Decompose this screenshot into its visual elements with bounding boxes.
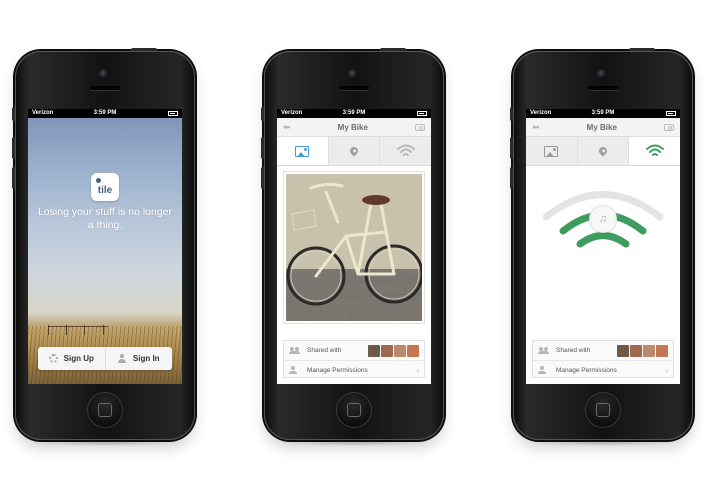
chevron-right-icon: › bbox=[665, 365, 668, 375]
location-pin-icon bbox=[597, 145, 609, 157]
manage-permissions-row[interactable]: Manage Permissions › bbox=[284, 360, 424, 379]
earpiece-speaker bbox=[339, 86, 369, 90]
front-camera bbox=[348, 69, 358, 79]
home-button[interactable] bbox=[87, 392, 123, 428]
battery-icon bbox=[666, 111, 676, 116]
avatar-list bbox=[617, 344, 668, 357]
earpiece-speaker bbox=[588, 86, 618, 90]
wifi-signal-icon bbox=[645, 144, 664, 156]
home-button[interactable] bbox=[585, 392, 621, 428]
front-camera bbox=[99, 69, 109, 79]
fence-decoration bbox=[48, 325, 108, 336]
mute-switch bbox=[12, 107, 15, 121]
user-icon bbox=[118, 354, 127, 363]
chevron-right-icon: › bbox=[416, 365, 419, 375]
gear-icon bbox=[48, 354, 58, 363]
avatar[interactable] bbox=[630, 344, 642, 357]
mute-switch bbox=[510, 107, 513, 121]
status-bar: Verizon 3:59 PM bbox=[526, 109, 680, 118]
avatar[interactable] bbox=[656, 344, 668, 357]
volume-down-button bbox=[12, 167, 15, 189]
avatar[interactable] bbox=[643, 344, 655, 357]
share-panel: Shared with Manage Permissions › bbox=[283, 340, 425, 378]
music-note-icon[interactable]: ♫ bbox=[589, 205, 617, 233]
status-time: 3:59 PM bbox=[342, 110, 366, 116]
camera-icon[interactable] bbox=[415, 123, 425, 131]
avatar[interactable] bbox=[407, 344, 419, 357]
nav-bar: ⬅ My Bike bbox=[526, 118, 680, 137]
auth-bar: Sign Up Sign In bbox=[38, 347, 172, 370]
tab-photo[interactable] bbox=[526, 137, 577, 165]
photo-icon bbox=[544, 145, 559, 157]
signal-screen: Verizon 3:59 PM ⬅ My Bike ♫ Shared with … bbox=[526, 109, 680, 384]
avatar-list bbox=[368, 344, 419, 357]
status-time: 3:59 PM bbox=[93, 110, 117, 116]
battery-icon bbox=[168, 111, 178, 116]
people-icon bbox=[538, 347, 549, 354]
location-pin-icon bbox=[348, 145, 360, 157]
tab-signal[interactable] bbox=[379, 137, 431, 165]
tab-bar bbox=[526, 137, 680, 166]
earpiece-speaker bbox=[90, 86, 120, 90]
share-panel: Shared with Manage Permissions › bbox=[532, 340, 674, 378]
phone-login: Verizon 3:59 PM tile Losing your stuff i… bbox=[12, 48, 195, 440]
manage-user-icon bbox=[289, 366, 300, 374]
tab-location[interactable] bbox=[327, 137, 380, 165]
power-button bbox=[629, 48, 655, 51]
mute-switch bbox=[261, 107, 264, 121]
phone-signal: Verizon 3:59 PM ⬅ My Bike ♫ Shared with … bbox=[510, 48, 693, 440]
tab-bar bbox=[277, 137, 431, 166]
tab-photo[interactable] bbox=[277, 137, 328, 165]
status-bar: Verizon 3:59 PM bbox=[277, 109, 431, 118]
volume-up-button bbox=[12, 137, 15, 159]
front-camera bbox=[597, 69, 607, 79]
manage-permissions-row[interactable]: Manage Permissions › bbox=[533, 360, 673, 379]
tile-logo: tile bbox=[91, 173, 119, 201]
sign-up-label: Sign Up bbox=[63, 354, 94, 363]
volume-down-button bbox=[261, 167, 264, 189]
sign-up-button[interactable]: Sign Up bbox=[38, 347, 105, 370]
nav-title: My Bike bbox=[337, 122, 368, 132]
signal-arc-inner bbox=[576, 232, 630, 248]
status-bar: Verizon 3:59 PM bbox=[28, 109, 182, 118]
battery-icon bbox=[417, 111, 427, 116]
arrow-left-icon[interactable]: ⬅ bbox=[532, 122, 540, 133]
phone-photo: Verizon 3:59 PM ⬅ My Bike Shared with Ma… bbox=[261, 48, 444, 440]
manage-permissions-label: Manage Permissions bbox=[307, 366, 368, 374]
login-screen: Verizon 3:59 PM tile Losing your stuff i… bbox=[28, 109, 182, 384]
volume-down-button bbox=[510, 167, 513, 189]
shared-with-row[interactable]: Shared with bbox=[284, 341, 424, 360]
tagline: Losing your stuff is no longer a thing. bbox=[37, 206, 173, 231]
shared-with-row[interactable]: Shared with bbox=[533, 341, 673, 360]
shared-with-label: Shared with bbox=[307, 347, 342, 354]
volume-up-button bbox=[510, 137, 513, 159]
camera-icon[interactable] bbox=[664, 123, 674, 131]
bike-photo-frame bbox=[283, 171, 425, 324]
bike-photo bbox=[286, 174, 422, 321]
nav-bar: ⬅ My Bike bbox=[277, 118, 431, 137]
status-time: 3:59 PM bbox=[591, 110, 615, 116]
tab-location[interactable] bbox=[576, 137, 629, 165]
photo-screen: Verizon 3:59 PM ⬅ My Bike Shared with Ma… bbox=[277, 109, 431, 384]
photo-icon bbox=[295, 145, 310, 157]
nav-title: My Bike bbox=[586, 122, 617, 132]
tab-signal[interactable] bbox=[628, 137, 680, 165]
wifi-signal-icon bbox=[396, 144, 415, 156]
sign-in-button[interactable]: Sign In bbox=[104, 347, 173, 370]
power-button bbox=[131, 48, 157, 51]
shared-with-label: Shared with bbox=[556, 347, 591, 354]
avatar[interactable] bbox=[394, 344, 406, 357]
people-icon bbox=[289, 347, 300, 354]
avatar[interactable] bbox=[368, 344, 380, 357]
volume-up-button bbox=[261, 137, 264, 159]
manage-user-icon bbox=[538, 366, 549, 374]
home-button[interactable] bbox=[336, 392, 372, 428]
sign-in-label: Sign In bbox=[132, 354, 160, 363]
avatar[interactable] bbox=[617, 344, 629, 357]
power-button bbox=[380, 48, 406, 51]
arrow-left-icon[interactable]: ⬅ bbox=[283, 122, 291, 133]
manage-permissions-label: Manage Permissions bbox=[556, 366, 617, 374]
avatar[interactable] bbox=[381, 344, 393, 357]
bike-illustration bbox=[286, 174, 422, 321]
